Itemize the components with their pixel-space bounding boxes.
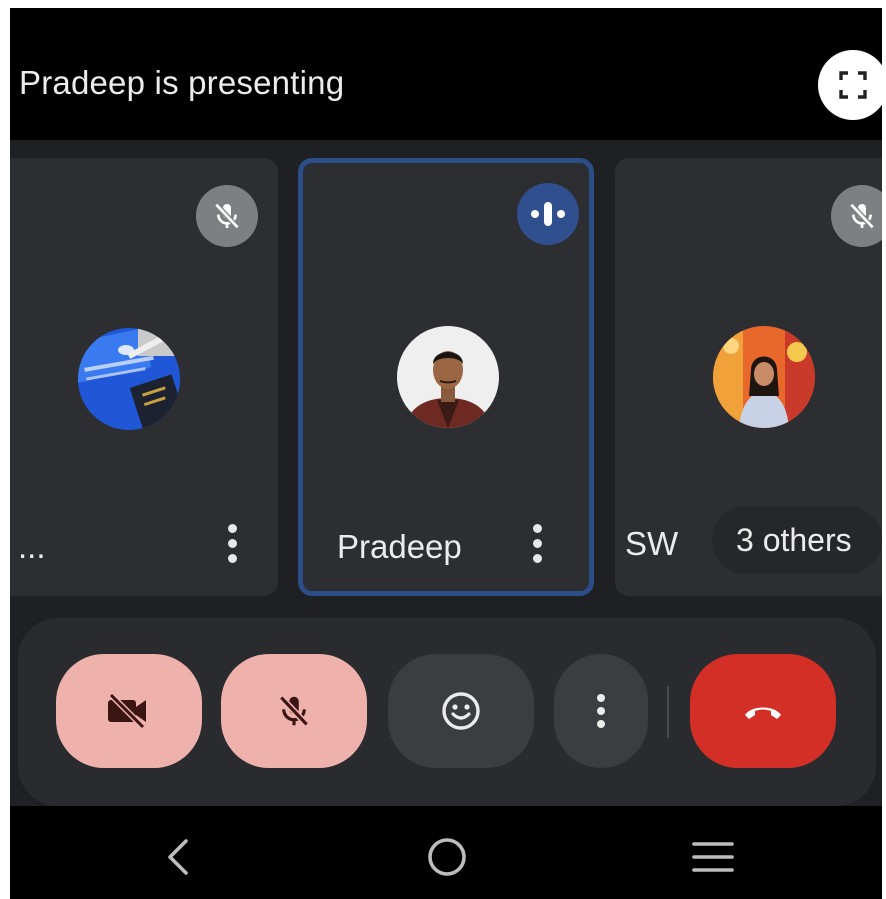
fullscreen-button[interactable]: [818, 50, 882, 120]
call-controls: [18, 618, 876, 806]
home-icon[interactable]: [425, 835, 469, 879]
participant-name: SW: [625, 525, 679, 562]
participant-name: ...: [18, 528, 46, 565]
avatar: [713, 326, 815, 428]
camera-toggle-button[interactable]: [56, 654, 202, 768]
participant-options-button[interactable]: [529, 524, 545, 570]
mic-off-icon: [279, 695, 309, 727]
avatar: [78, 328, 180, 430]
speaking-indicator-icon: [531, 202, 565, 226]
participant-tile-active[interactable]: Pradeep: [298, 158, 594, 596]
back-icon[interactable]: [164, 837, 192, 877]
participant-name: Pradeep: [337, 528, 462, 565]
others-label: 3 others: [736, 522, 852, 558]
avatar: [397, 326, 499, 428]
recents-icon[interactable]: [691, 840, 735, 874]
more-options-button[interactable]: [554, 654, 648, 768]
fullscreen-icon: [839, 71, 867, 99]
meeting-screen: Pradeep is presenting ... Pradeep SW 3 o…: [10, 8, 882, 899]
reactions-button[interactable]: [388, 654, 534, 768]
system-nav-bar: [10, 806, 882, 899]
mic-off-icon: [214, 202, 240, 230]
mic-muted-badge: [196, 185, 258, 247]
page-title: Pradeep is presenting: [19, 64, 345, 101]
presenting-header: Pradeep is presenting: [10, 8, 882, 140]
emoji-icon: [442, 692, 480, 730]
participant-options-button[interactable]: [224, 524, 240, 570]
video-off-icon: [108, 693, 146, 729]
mic-off-icon: [849, 202, 875, 230]
mic-muted-badge: [831, 185, 882, 247]
others-button[interactable]: 3 others: [712, 506, 882, 574]
call-end-icon: [745, 707, 781, 719]
speaking-badge: [517, 183, 579, 245]
participant-tile[interactable]: ...: [10, 158, 278, 596]
more-vert-icon: [597, 694, 605, 728]
mic-toggle-button[interactable]: [221, 654, 367, 768]
end-call-button[interactable]: [690, 654, 836, 768]
controls-divider: [667, 686, 669, 738]
